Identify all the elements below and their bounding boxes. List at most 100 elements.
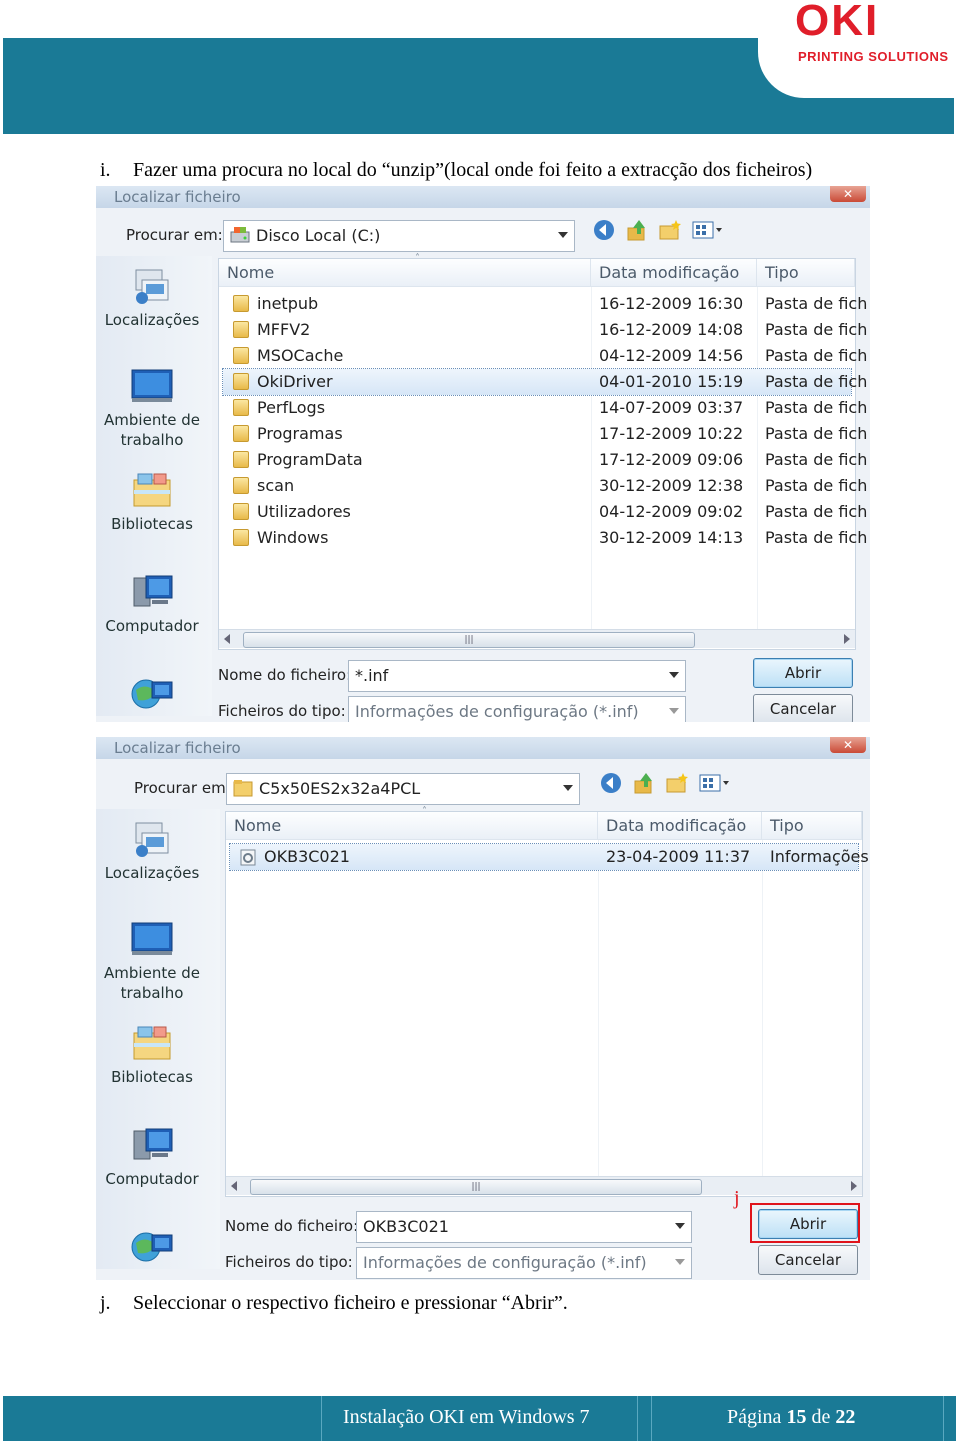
place-label: Localizações: [104, 311, 200, 329]
look-in-value: Disco Local (C:): [256, 226, 381, 245]
place-recent[interactable]: Localizações: [96, 819, 208, 883]
file-row[interactable]: Programas 17-12-2009 10:22 Pasta de fich: [223, 421, 867, 447]
file-type: Pasta de fich: [765, 450, 868, 469]
column-header-type[interactable]: Tipo: [762, 812, 862, 840]
place-label: Ambiente de trabalho: [104, 411, 200, 449]
sort-ascending-icon: ˄: [422, 806, 427, 817]
chevron-down-icon[interactable]: [675, 1259, 685, 1265]
up-folder-icon[interactable]: [625, 218, 649, 242]
close-button[interactable]: ✕: [830, 186, 866, 202]
network-icon: [130, 672, 174, 712]
horizontal-scrollbar[interactable]: |||: [219, 629, 855, 648]
scroll-left-icon[interactable]: [231, 1181, 237, 1191]
file-row[interactable]: OkiDriver 04-01-2010 15:19 Pasta de fich: [222, 368, 867, 396]
column-divider: [762, 840, 763, 1176]
open-button[interactable]: Abrir: [753, 658, 853, 688]
view-menu-icon[interactable]: [691, 218, 722, 242]
place-network[interactable]: [96, 1225, 208, 1269]
libraries-icon: [130, 1023, 174, 1063]
footer-title: Instalação OKI em Windows 7: [343, 1406, 590, 1428]
column-header-date[interactable]: Data modificação: [598, 812, 762, 840]
folder-icon: [233, 347, 249, 364]
file-row[interactable]: OKB3C021 23-04-2009 11:37 Informações: [229, 843, 869, 871]
column-header-date[interactable]: Data modificação: [591, 259, 757, 287]
chevron-down-icon: [563, 785, 573, 791]
desktop-icon: [130, 919, 174, 959]
cancel-button[interactable]: Cancelar: [758, 1245, 858, 1275]
new-folder-icon[interactable]: [658, 218, 682, 242]
column-header-name[interactable]: Nome: [219, 259, 591, 287]
column-header-name[interactable]: Nome: [226, 812, 598, 840]
back-icon[interactable]: [599, 771, 623, 795]
new-folder-icon[interactable]: [665, 771, 689, 795]
file-name: MSOCache: [257, 346, 344, 365]
column-header-type[interactable]: Tipo: [757, 259, 855, 287]
sort-ascending-icon: ˄: [415, 253, 420, 264]
file-row[interactable]: MFFV2 16-12-2009 14:08 Pasta de fich: [223, 317, 867, 343]
chevron-down-icon[interactable]: [669, 708, 679, 714]
look-in-value: C5x50ES2x32a4PCL: [259, 779, 421, 798]
folder-icon: [233, 321, 249, 338]
place-label: Bibliotecas: [111, 1068, 193, 1086]
places-bar: Localizações Ambiente de trabalho Bibliote…: [96, 256, 212, 716]
place-libraries[interactable]: Bibliotecas: [96, 470, 208, 534]
file-name: scan: [257, 476, 295, 495]
file-row[interactable]: inetpub 16-12-2009 16:30 Pasta de fich: [223, 291, 867, 317]
file-name: OkiDriver: [257, 372, 333, 391]
up-folder-icon[interactable]: [632, 771, 656, 795]
scroll-thumb[interactable]: |||: [243, 632, 695, 648]
chevron-down-icon[interactable]: [669, 672, 679, 678]
file-row[interactable]: MSOCache 04-12-2009 14:56 Pasta de fich: [223, 343, 867, 369]
scroll-right-icon[interactable]: [851, 1181, 857, 1191]
scroll-right-icon[interactable]: [844, 634, 850, 644]
place-computer[interactable]: Computador: [96, 1125, 208, 1189]
filename-value: *.inf: [355, 666, 389, 685]
place-computer[interactable]: Computador: [96, 572, 208, 636]
footer-page: Página 15 de 22: [727, 1406, 855, 1429]
page-of: de: [811, 1406, 831, 1428]
chevron-down-icon[interactable]: [675, 1223, 685, 1229]
file-type: Pasta de fich: [765, 294, 868, 313]
filename-field[interactable]: OKB3C021: [356, 1211, 692, 1243]
look-in-dropdown[interactable]: C5x50ES2x32a4PCL: [226, 773, 580, 805]
filename-field[interactable]: *.inf: [348, 660, 686, 692]
filetype-dropdown[interactable]: Informações de configuração (*.inf): [356, 1247, 692, 1279]
place-network[interactable]: [96, 672, 208, 716]
find-file-dialog-1: Localizar ficheiro ✕ Procurar em: Disco Loc…: [96, 186, 870, 722]
file-row[interactable]: ProgramData 17-12-2009 09:06 Pasta de fich: [223, 447, 867, 473]
file-row[interactable]: Utilizadores 04-12-2009 09:02 Pasta de fic…: [223, 499, 867, 525]
place-libraries[interactable]: Bibliotecas: [96, 1023, 208, 1087]
footer-divider: [637, 1396, 638, 1441]
back-icon[interactable]: [592, 218, 616, 242]
file-list: Nome ˄ Data modificação Tipo inetpub 16-12-20…: [218, 253, 867, 650]
folder-icon: [233, 425, 249, 442]
filetype-value: Informações de configuração (*.inf): [363, 1253, 647, 1272]
file-row[interactable]: PerfLogs 14-07-2009 03:37 Pasta de fich: [223, 395, 867, 421]
horizontal-scrollbar[interactable]: |||: [226, 1176, 862, 1195]
place-label: Computador: [105, 617, 199, 635]
file-list: Nome ˄ Data modificação Tipo OKB3C021 23-04-2…: [225, 806, 869, 1197]
file-row[interactable]: Windows 30-12-2009 14:13 Pasta de fich: [223, 525, 867, 551]
file-name: Utilizadores: [257, 502, 351, 521]
place-desktop[interactable]: Ambiente de trabalho: [96, 919, 208, 1003]
file-name: ProgramData: [257, 450, 363, 469]
place-recent[interactable]: Localizações: [96, 266, 208, 330]
view-menu-icon[interactable]: [698, 771, 729, 795]
file-row[interactable]: scan 30-12-2009 12:38 Pasta de fich: [223, 473, 867, 499]
cancel-button[interactable]: Cancelar: [753, 694, 853, 722]
filename-label: Nome do ficheiro:: [218, 666, 352, 684]
file-date: 16-12-2009 16:30: [599, 294, 744, 313]
recent-places-icon: [130, 819, 174, 859]
place-desktop[interactable]: Ambiente de trabalho: [96, 366, 208, 450]
file-date: 23-04-2009 11:37: [606, 847, 751, 866]
look-in-dropdown[interactable]: Disco Local (C:): [223, 220, 575, 252]
scroll-left-icon[interactable]: [224, 634, 230, 644]
computer-icon: [130, 1125, 174, 1165]
scroll-thumb[interactable]: |||: [250, 1179, 702, 1195]
title-bar: Localizar ficheiro ✕: [96, 737, 870, 759]
dialog-title: Localizar ficheiro: [114, 188, 241, 206]
file-type: Pasta de fich: [765, 476, 868, 495]
close-button[interactable]: ✕: [830, 737, 866, 753]
filetype-dropdown[interactable]: Informações de configuração (*.inf): [348, 696, 686, 722]
file-name: PerfLogs: [257, 398, 326, 417]
